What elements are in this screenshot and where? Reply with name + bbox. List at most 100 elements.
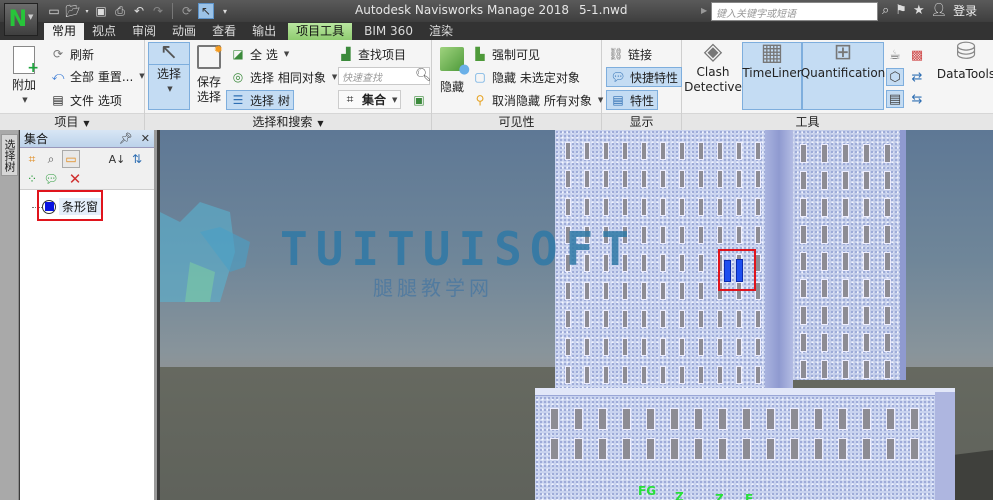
tab-render[interactable]: 渲染 bbox=[421, 23, 461, 40]
select-button[interactable]: ↖ 选择 ▼ bbox=[148, 42, 190, 110]
building-window bbox=[884, 198, 891, 217]
sets-panel-title: 集合 bbox=[24, 132, 49, 146]
batch-utility-icon[interactable]: ▤ bbox=[886, 90, 904, 108]
select-cursor-icon[interactable]: ↖ bbox=[198, 3, 214, 19]
compare-icon[interactable]: ⇄ bbox=[908, 68, 926, 86]
save-selection-icon[interactable]: ⌗ bbox=[23, 150, 41, 168]
new-file-icon[interactable]: ▭ bbox=[46, 3, 62, 19]
building-window bbox=[584, 282, 590, 300]
delete-icon[interactable]: ✕ bbox=[66, 170, 84, 188]
building-window bbox=[550, 438, 559, 460]
tab-review[interactable]: 审阅 bbox=[124, 23, 164, 40]
refresh-icon[interactable]: ⟳ bbox=[179, 3, 195, 19]
file-options-button[interactable]: ▤ 文件 选项 bbox=[50, 90, 122, 110]
building-window bbox=[800, 252, 807, 271]
building-window bbox=[736, 366, 742, 384]
select-all-button[interactable]: ◪ 全 选 ▼ bbox=[230, 44, 289, 64]
3d-viewport[interactable]: TUITUISOFT 腿腿教学网 FG Z Z E bbox=[160, 130, 993, 500]
links-button[interactable]: ⛓ 链接 bbox=[608, 44, 652, 64]
login-link[interactable]: 登录 bbox=[953, 2, 977, 19]
save-selection-button[interactable]: ✹ 保存 选择 bbox=[193, 42, 225, 105]
manage-sets-button[interactable]: ▣ bbox=[411, 90, 427, 110]
building-window bbox=[790, 408, 799, 430]
user-icon[interactable]: 👤︎ bbox=[931, 3, 948, 18]
open-folder-icon[interactable]: 📂︎ bbox=[65, 3, 81, 19]
building-window bbox=[736, 142, 742, 160]
redo-icon[interactable]: ↷ bbox=[150, 3, 166, 19]
building-window bbox=[622, 310, 628, 328]
group-select-search: ↖ 选择 ▼ ✹ 保存 选择 ◪ 全 选 ▼ ◎ 选择 相同对象 ▼ ☰ 选择 … bbox=[145, 40, 432, 130]
clash-detective-button[interactable]: ◈ Clash Detective bbox=[684, 39, 742, 95]
find-items-button[interactable]: ▟ 查找项目 bbox=[338, 44, 406, 64]
pin-icon[interactable]: 📌︎ bbox=[119, 132, 133, 145]
building-window bbox=[584, 198, 590, 216]
binoculars-icon[interactable]: ⌕ bbox=[42, 150, 60, 168]
binoculars-search-icon[interactable]: ⌕ bbox=[882, 3, 889, 18]
tab-bim360[interactable]: BIM 360 bbox=[356, 23, 421, 40]
scripter-icon[interactable]: ⬡ bbox=[886, 68, 904, 86]
import-export-icon[interactable]: ⇅ bbox=[128, 150, 146, 168]
appearance-profiler-icon[interactable]: ▩ bbox=[908, 46, 926, 64]
favorites-star-icon[interactable]: ★ bbox=[913, 3, 925, 18]
building-window bbox=[603, 366, 609, 384]
refresh-button[interactable]: ⟳ 刷新 bbox=[50, 44, 94, 64]
undo-icon[interactable]: ↶ bbox=[131, 3, 147, 19]
datatools-button[interactable]: ⛁ DataTools bbox=[937, 39, 993, 82]
unhide-all-icon: ⚲ bbox=[475, 93, 485, 107]
require-button[interactable]: ▙ 强制可见 bbox=[472, 44, 540, 64]
expand-arrow-icon[interactable]: ▶ bbox=[701, 6, 707, 15]
chevron-down-icon: ▼ bbox=[283, 50, 290, 58]
quick-properties-label: 快捷特性 bbox=[630, 70, 679, 85]
hide-unselected-button[interactable]: ▢ 隐藏 未选定对象 bbox=[472, 67, 580, 87]
tab-animation[interactable]: 动画 bbox=[164, 23, 204, 40]
links-label: 链接 bbox=[628, 47, 653, 62]
quick-properties-button[interactable]: 💬︎ 快捷特性 bbox=[606, 67, 683, 87]
quantification-button[interactable]: ⊞ Quantification bbox=[801, 42, 885, 110]
group-label-select-search[interactable]: 选择和搜索 ▼ bbox=[145, 113, 431, 130]
building-window bbox=[679, 338, 685, 356]
building-window bbox=[862, 408, 871, 430]
chevron-down-icon: ▼ bbox=[331, 73, 338, 81]
new-folder-icon[interactable]: ▭ bbox=[62, 150, 80, 168]
app-title: Autodesk Navisworks Manage 2018 bbox=[355, 3, 570, 17]
unhide-all-button[interactable]: ⚲ 取消隐藏 所有对象 ▼ bbox=[472, 90, 604, 110]
reset-all-button[interactable]: ⤺ 全部 重置... ▼ bbox=[50, 66, 145, 86]
building-window bbox=[800, 225, 807, 244]
timeliner-button[interactable]: ▦ TimeLiner bbox=[742, 40, 802, 110]
sets-dropdown[interactable]: ⌗ 集合 ▼ bbox=[338, 90, 402, 109]
open-dropdown-icon[interactable]: ▾ bbox=[84, 3, 90, 19]
transform-icon[interactable]: ⇆ bbox=[908, 90, 926, 108]
sort-az-icon[interactable]: A↓ bbox=[108, 150, 126, 168]
append-button[interactable]: + 附加 ▼ bbox=[6, 42, 42, 108]
tab-item-tools[interactable]: 项目工具 bbox=[288, 23, 353, 40]
selection-tree-button[interactable]: ☰ 选择 树 bbox=[226, 90, 294, 110]
add-comment-icon[interactable]: 💬︎ bbox=[42, 170, 60, 188]
hide-button[interactable]: ● 隐藏 bbox=[436, 42, 470, 95]
building-window bbox=[863, 225, 870, 244]
group-label-project[interactable]: 项目 ▼ bbox=[0, 113, 144, 130]
building-window bbox=[679, 226, 685, 244]
subscription-icon[interactable]: ⚑ bbox=[895, 3, 907, 18]
building-window bbox=[598, 408, 607, 430]
quick-find-placeholder: 快速查找 bbox=[342, 73, 382, 84]
tab-home[interactable]: 常用 bbox=[44, 23, 85, 40]
properties-button[interactable]: ▤ 特性 bbox=[606, 90, 659, 110]
save-icon[interactable]: ▣ bbox=[93, 3, 109, 19]
help-search-input[interactable]: 键入关键字或短语 bbox=[711, 2, 878, 21]
tab-viewpoint[interactable]: 视点 bbox=[84, 23, 124, 40]
print-icon[interactable]: ⎙ bbox=[112, 3, 128, 19]
add-copy-icon[interactable]: ⁘ bbox=[23, 170, 41, 188]
select-same-button[interactable]: ◎ 选择 相同对象 ▼ bbox=[230, 67, 337, 87]
customize-dropdown-icon[interactable]: ▾ bbox=[217, 3, 233, 19]
building-window bbox=[886, 438, 895, 460]
building-window bbox=[584, 142, 590, 160]
tab-view[interactable]: 查看 bbox=[204, 23, 244, 40]
close-icon[interactable]: ✕ bbox=[141, 132, 150, 145]
quick-find-search-icon[interactable]: 🔍︎ bbox=[415, 68, 432, 83]
tab-output[interactable]: 输出 bbox=[244, 23, 284, 40]
animator-icon[interactable]: ☕︎ bbox=[886, 46, 904, 64]
side-tab-selection-tree[interactable]: 选择树 bbox=[1, 134, 18, 176]
application-menu-button[interactable]: N ▼ bbox=[4, 3, 38, 36]
ribbon-panel: + 附加 ▼ ⟳ 刷新 ⤺ 全部 重置... ▼ ▤ 文件 选项 项目 ▼ ↖ 选… bbox=[0, 39, 993, 130]
grid-label: FG bbox=[638, 484, 657, 498]
